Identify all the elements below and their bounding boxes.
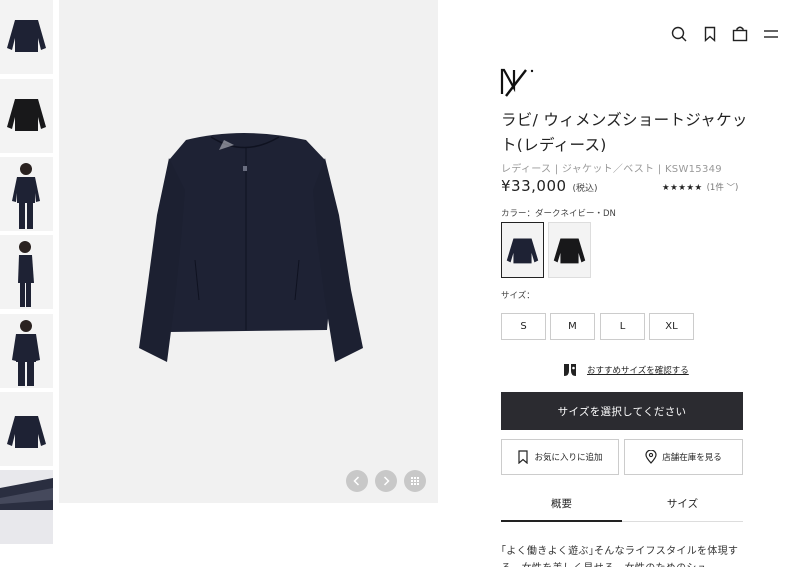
thumbnail-black-jacket[interactable] [0,79,53,153]
size-button-s[interactable]: S [501,313,546,340]
size-recommendation-link[interactable]: おすすめサイズを確認する [563,361,689,379]
size-button-m[interactable]: M [550,313,595,340]
size-label: サイズ： [501,291,535,301]
grid-icon [411,477,419,485]
thumbnail-navy-jacket[interactable] [0,0,53,74]
bookmark-button[interactable] [700,24,720,44]
product-meta: レディース | ジャケット／ベスト | KSW15349 [501,164,722,175]
n-logo-icon [500,68,534,97]
search-icon [671,26,687,42]
color-label: カラー：ダークネイビー・DN [501,209,616,219]
tab-active-indicator [501,520,622,522]
product-title: ラビ/ ウィメンズショートジャケット(レディース) [501,111,748,154]
review-count: (1件 ﹀) [706,183,739,193]
brand-logo[interactable] [500,66,536,98]
select-size-button[interactable]: サイズを選択してください [501,392,743,430]
tax-note: (税込) [572,184,598,194]
price-value: ¥33,000 [501,177,567,195]
color-swatch-black[interactable] [548,222,591,278]
size-guide-icon [564,364,576,376]
location-pin-icon [645,450,657,464]
color-swatch-navy[interactable] [501,222,544,278]
thumbnail-model-side[interactable] [0,235,53,309]
favorite-label: お気に入りに追加 [534,453,603,463]
chevron-left-icon [353,476,360,486]
bookmark-icon [518,450,529,464]
cart-button[interactable] [730,24,750,44]
size-guide-label: おすすめサイズを確認する [587,366,689,376]
thumbnail-navy-jacket-flat[interactable] [0,392,53,466]
star-rating-icon: ★★★★★ [662,183,703,193]
next-arrow-button[interactable] [375,470,397,492]
thumbnail-model-back[interactable] [0,314,53,388]
bookmark-icon [704,26,716,43]
menu-button[interactable] [761,24,781,44]
tab-overview[interactable]: 概要 [501,485,622,522]
store-stock-label: 店舗在庫を見る [662,453,722,463]
grid-view-button[interactable] [404,470,426,492]
tab-size[interactable]: サイズ [622,485,743,522]
size-button-xl[interactable]: XL [649,313,694,340]
search-button[interactable] [669,24,689,44]
thumbnail-list [0,0,54,567]
thumbnail-model-front[interactable] [0,157,53,231]
menu-icon [764,30,778,38]
jacket-image [59,0,438,503]
review-rating[interactable]: ★★★★★ (1件 ﹀) [662,181,738,193]
thumbnail-detail[interactable] [0,470,53,544]
prev-arrow-button[interactable] [346,470,368,492]
product-price: ¥33,000 (税込) [501,177,598,195]
store-stock-button[interactable]: 店舗在庫を見る [624,439,743,475]
add-to-favorites-button[interactable]: お気に入りに追加 [501,439,619,475]
bag-icon [732,26,748,42]
main-product-image[interactable] [59,0,438,503]
product-description: ｢よく働きよく遊ぶ｣そんなライフスタイルを体現する、女性を美しく見せる、女性のた… [501,546,739,567]
chevron-right-icon [383,476,390,486]
size-button-l[interactable]: L [600,313,645,340]
